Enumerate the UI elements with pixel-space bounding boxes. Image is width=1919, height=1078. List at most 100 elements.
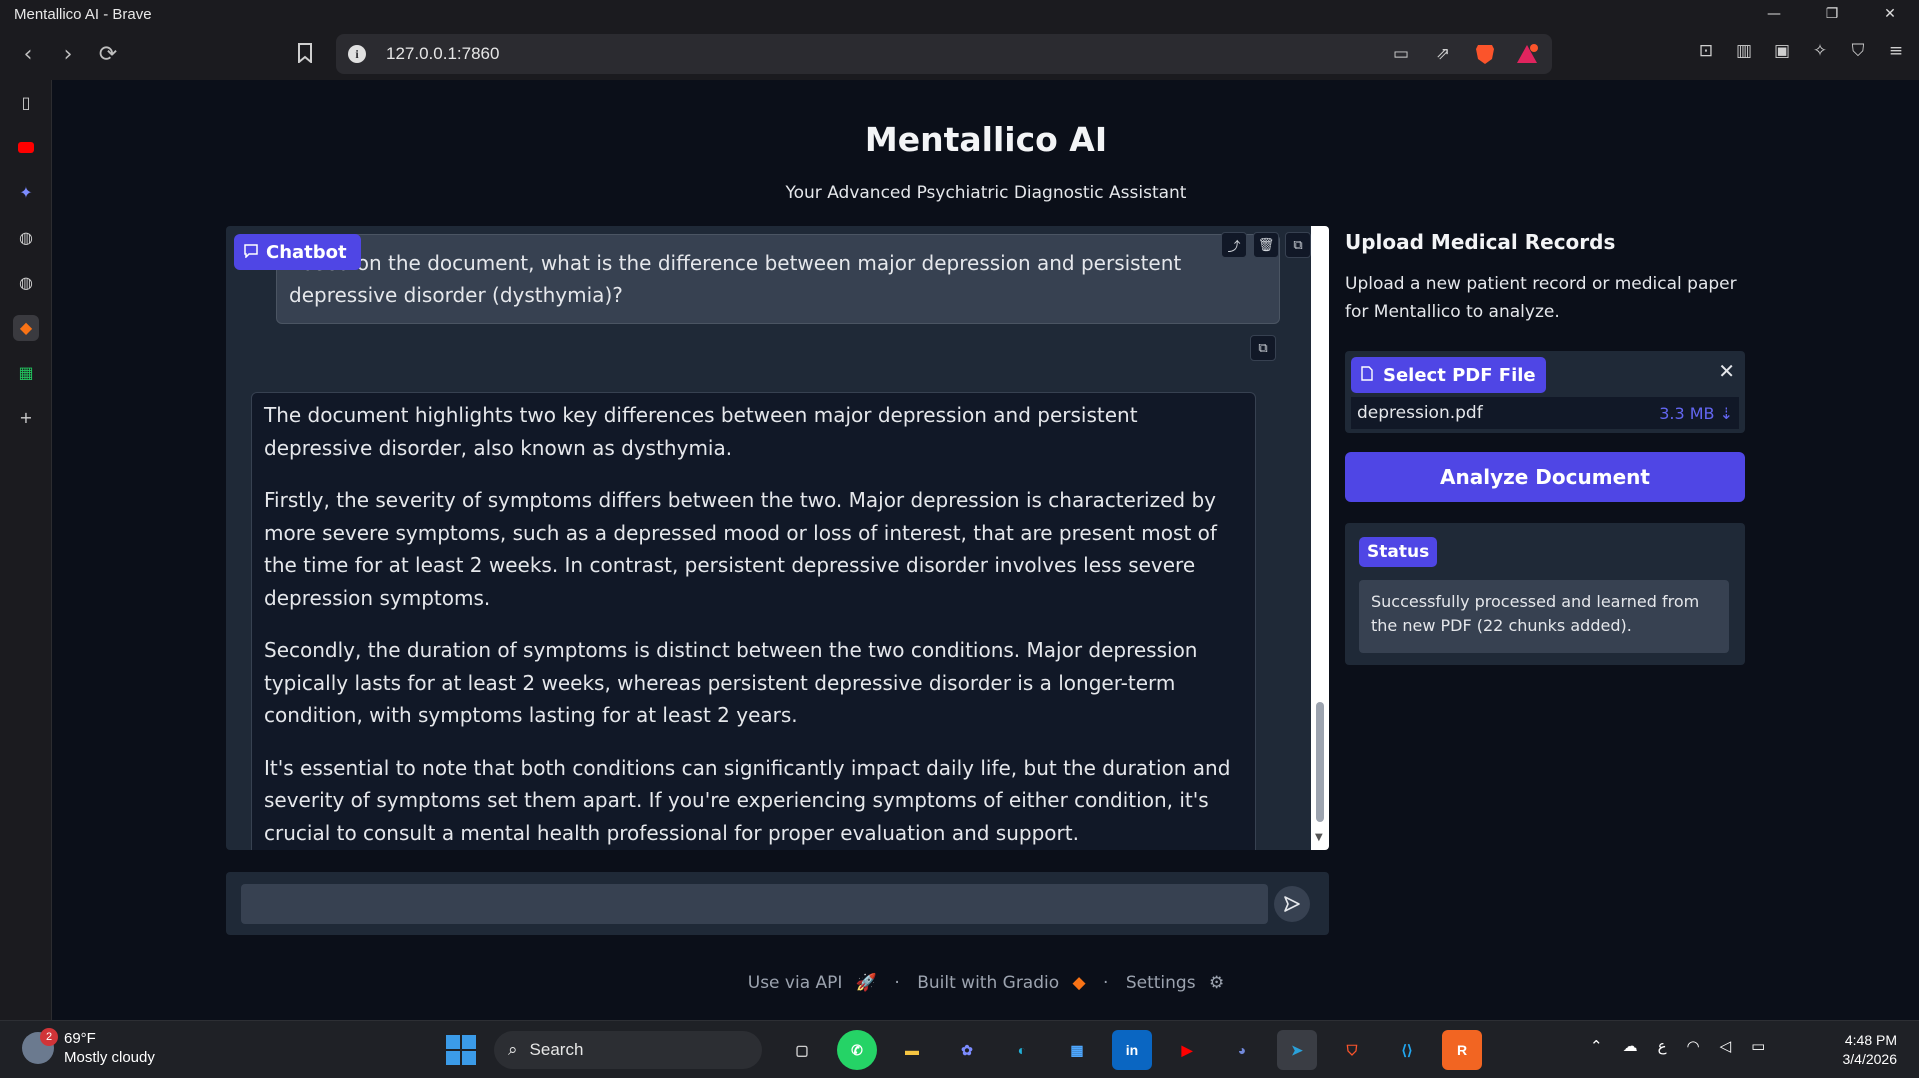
taskbar-clock[interactable]: 4:48 PM 3/4/2026 — [1843, 1031, 1898, 1069]
copy-all-icon[interactable]: ⧉ — [1285, 232, 1311, 258]
wallet-icon[interactable]: ▣ — [1769, 38, 1795, 64]
sidebar-panel-icon[interactable]: ▯ — [0, 80, 52, 125]
telegram-icon[interactable]: ➤ — [1277, 1030, 1317, 1070]
close-window-icon[interactable]: ✕ — [1861, 0, 1919, 28]
battery-icon[interactable]: ▭ — [1751, 1037, 1765, 1055]
leo-ai-icon[interactable]: ✧ — [1807, 38, 1833, 64]
weather-widget[interactable]: 2 69°F Mostly cloudy — [22, 1028, 155, 1067]
window-controls: — ❐ ✕ — [1745, 0, 1919, 28]
browser-sidebar: ▯ ✦ ◍ ◍ ◆ ▦ + — [0, 80, 52, 1020]
start-button[interactable] — [446, 1035, 476, 1065]
built-with-gradio-link[interactable]: Built with Gradio ◆ — [913, 973, 1089, 993]
forward-icon[interactable]: › — [48, 34, 88, 74]
store-icon[interactable]: ▦ — [1057, 1030, 1097, 1070]
minimize-icon[interactable]: — — [1745, 0, 1803, 28]
rocket-icon: 🚀 — [855, 973, 877, 993]
select-pdf-button[interactable]: Select PDF File — [1351, 357, 1546, 393]
settings-link[interactable]: Settings ⚙ — [1122, 973, 1228, 993]
copy-message-icon[interactable]: ⧉ — [1250, 335, 1276, 361]
status-text: Successfully processed and learned from … — [1359, 580, 1729, 653]
system-tray: ⌃ ☁ ع ◠ ◁ ▭ — [1590, 1037, 1765, 1055]
browser-toolbar: ‹ › ⟳ i 127.0.0.1:7860 ▭ ⇗ ⊡ ▥ ▣ ✧ ⛉ ≡ — [0, 28, 1919, 80]
discord-icon[interactable]: ◕ — [1222, 1030, 1262, 1070]
volume-icon[interactable]: ◁ — [1720, 1037, 1732, 1055]
settings-label: Settings — [1125, 973, 1196, 993]
globe-icon[interactable]: ◍ — [0, 260, 52, 305]
file-size-download[interactable]: 3.3 MB ⇣ — [1659, 404, 1733, 423]
cast-icon[interactable]: ▭ — [1388, 41, 1414, 67]
chatbot-actions: ⤴ 🗑 ⧉ — [1221, 232, 1311, 258]
reader-icon[interactable]: R — [1442, 1030, 1482, 1070]
language-indicator[interactable]: ع — [1658, 1037, 1667, 1055]
vscode-icon[interactable]: ⟨⟩ — [1387, 1030, 1427, 1070]
send-icon[interactable] — [1274, 886, 1310, 922]
youtube-taskbar-icon[interactable]: ▶ — [1167, 1030, 1207, 1070]
chatbot-panel: Chatbot ⤴ 🗑 ⧉ Based on the document, wha… — [226, 226, 1329, 850]
file-explorer-icon[interactable]: ▬ — [892, 1030, 932, 1070]
task-view-icon[interactable]: ▢ — [782, 1030, 822, 1070]
gear-icon: ⚙ — [1208, 973, 1225, 993]
bookmark-icon[interactable] — [292, 40, 318, 66]
footer-separator: · — [894, 973, 900, 993]
taskbar-search-label: Search — [529, 1040, 584, 1059]
add-sidebar-icon[interactable]: + — [0, 395, 52, 440]
windows-taskbar: 2 69°F Mostly cloudy ⌕ Search ▢ ✆ ▬ ✿ ◐ … — [0, 1020, 1919, 1078]
window-title: Mentallico AI - Brave — [14, 5, 152, 23]
screenshot-icon[interactable]: ⊡ — [1693, 38, 1719, 64]
chatbot-label: Chatbot — [234, 234, 361, 270]
chat-scrollbar[interactable]: ▼ — [1311, 226, 1329, 850]
toolbar-right: ⊡ ▥ ▣ ✧ ⛉ ≡ — [1693, 38, 1909, 64]
menu-icon[interactable]: ≡ — [1883, 38, 1909, 64]
file-name: depression.pdf — [1357, 403, 1483, 423]
share-chat-icon[interactable]: ⤴ — [1221, 232, 1247, 258]
use-via-api-link[interactable]: Use via API 🚀 — [744, 973, 881, 993]
brave-shields-icon[interactable] — [1472, 41, 1498, 67]
upload-column: Upload Medical Records Upload a new pati… — [1345, 226, 1745, 665]
edge-icon[interactable]: ◐ — [1002, 1030, 1042, 1070]
restore-icon[interactable]: ❐ — [1803, 0, 1861, 28]
search-icon: ⌕ — [508, 1040, 518, 1059]
taskbar-apps: ▢ ✆ ▬ ✿ ◐ ▦ in ▶ ◕ ➤ ⛉ ⟨⟩ R — [782, 1030, 1482, 1070]
youtube-icon[interactable] — [0, 125, 52, 170]
chat-bubble-icon — [244, 242, 258, 263]
share-icon[interactable]: ⇗ — [1430, 41, 1456, 67]
weather-badge: 2 — [40, 1028, 58, 1046]
clear-file-icon[interactable]: ✕ — [1718, 359, 1735, 383]
clock-date: 3/4/2026 — [1842, 1051, 1898, 1067]
onedrive-icon[interactable]: ☁ — [1623, 1037, 1638, 1055]
chevron-up-icon[interactable]: ⌃ — [1590, 1037, 1603, 1055]
reload-icon[interactable]: ⟳ — [88, 34, 128, 74]
weather-condition: Mostly cloudy — [64, 1049, 155, 1066]
taskbar-search[interactable]: ⌕ Search — [494, 1031, 762, 1069]
leo-sidebar-icon[interactable]: ✦ — [0, 170, 52, 215]
message-input[interactable] — [241, 884, 1268, 924]
use-via-api-label: Use via API — [747, 973, 843, 993]
sidebar-toggle-icon[interactable]: ▥ — [1731, 38, 1757, 64]
brave-rewards-icon[interactable] — [1514, 41, 1540, 67]
chatbot-label-text: Chatbot — [266, 241, 347, 263]
file-icon — [1361, 365, 1373, 386]
wifi-icon[interactable]: ◠ — [1687, 1037, 1700, 1055]
whatsapp-icon[interactable]: ✆ — [837, 1030, 877, 1070]
file-upload-box: Select PDF File ✕ depression.pdf 3.3 MB … — [1345, 351, 1745, 433]
page-title: Mentallico AI — [864, 120, 1108, 159]
copilot-icon[interactable]: ✿ — [947, 1030, 987, 1070]
url-text[interactable]: 127.0.0.1:7860 — [386, 44, 499, 64]
analyze-document-button[interactable]: Analyze Document — [1345, 452, 1745, 502]
address-bar[interactable]: i 127.0.0.1:7860 ▭ ⇗ — [336, 34, 1552, 74]
back-icon[interactable]: ‹ — [8, 34, 48, 74]
bot-paragraph: Secondly, the duration of symptoms is di… — [264, 638, 1198, 727]
globe-icon[interactable]: ◍ — [0, 215, 52, 260]
chat-scroll-thumb[interactable] — [1316, 702, 1324, 822]
gradio-sidebar-icon[interactable]: ◆ — [0, 305, 52, 350]
trash-icon[interactable]: 🗑 — [1253, 232, 1279, 258]
site-info-icon[interactable]: i — [348, 45, 366, 63]
status-box: Status Successfully processed and learne… — [1345, 523, 1745, 665]
vpn-icon[interactable]: ⛉ — [1845, 38, 1871, 64]
linkedin-icon[interactable]: in — [1112, 1030, 1152, 1070]
gradio-logo-icon: ◆ — [1072, 973, 1086, 993]
scroll-down-icon[interactable]: ▼ — [1315, 832, 1323, 843]
temperature: 69°F — [64, 1030, 96, 1047]
app-sidebar-icon[interactable]: ▦ — [0, 350, 52, 395]
brave-taskbar-icon[interactable]: ⛉ — [1332, 1030, 1372, 1070]
